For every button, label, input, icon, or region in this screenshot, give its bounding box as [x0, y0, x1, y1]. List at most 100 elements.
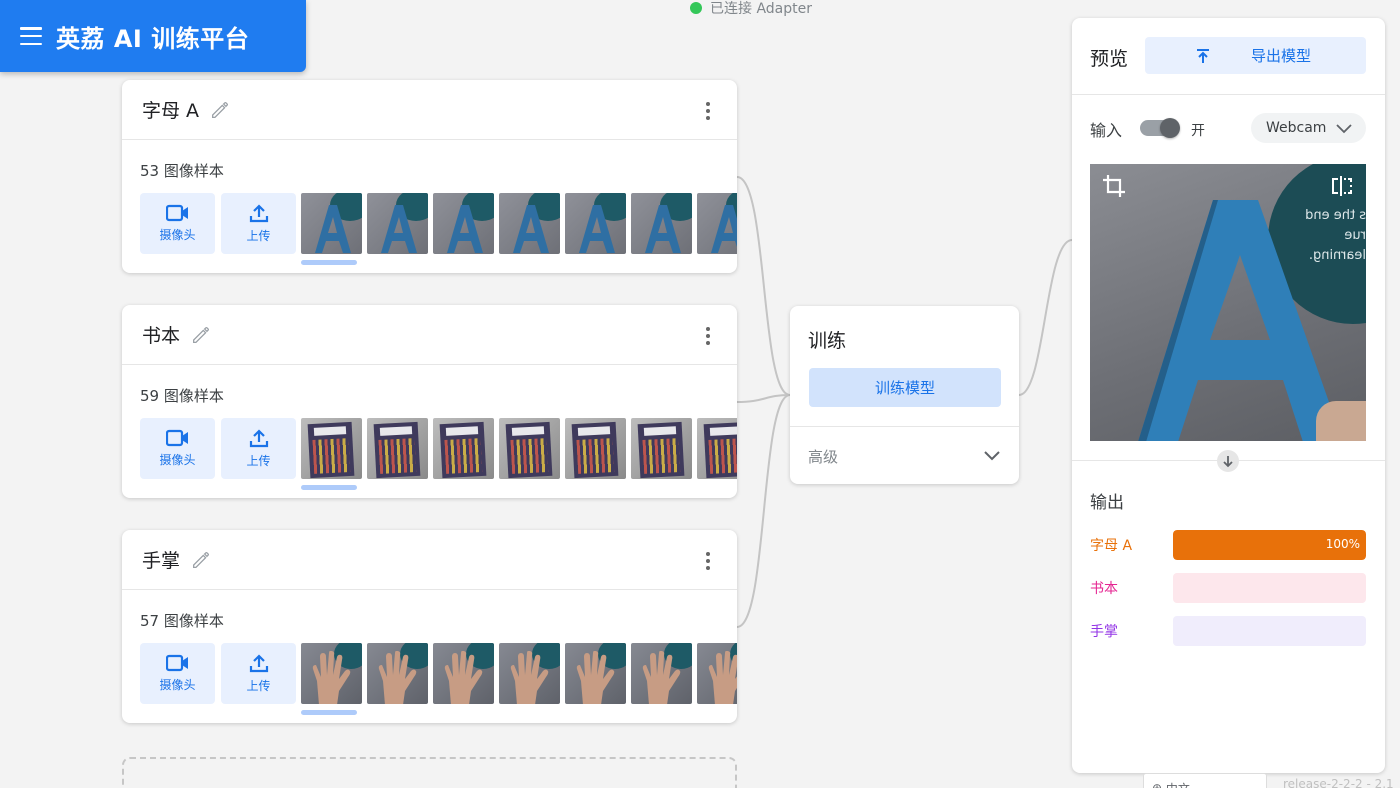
upload-button[interactable]: 上传 [221, 643, 296, 704]
input-toggle-state: 开 [1191, 123, 1205, 139]
upload-button-label: 上传 [246, 679, 271, 693]
status-dot-icon [690, 2, 702, 14]
sample-thumbnails [301, 418, 737, 479]
language-select[interactable]: ⊕ 中文 ⌄ [1143, 773, 1267, 788]
upload-icon [249, 654, 268, 673]
upload-icon [249, 429, 268, 448]
sample-thumbnail[interactable] [697, 418, 737, 479]
class-name[interactable]: 书本 [142, 321, 180, 348]
input-toggle[interactable] [1140, 118, 1180, 138]
language-value: 中文 [1166, 780, 1190, 788]
sample-thumbnail[interactable] [565, 418, 626, 479]
sample-thumbnail[interactable] [631, 418, 692, 479]
output-row: 字母 A 100% [1090, 530, 1366, 560]
class-card-header: 手掌 [122, 530, 737, 590]
letter-a-object [1138, 200, 1343, 441]
sample-thumbnail[interactable] [565, 643, 626, 704]
sample-thumbnail[interactable] [499, 418, 560, 479]
more-options-icon[interactable] [705, 552, 711, 570]
confidence-bar [1173, 573, 1366, 603]
train-model-button[interactable]: 训练模型 [809, 368, 1001, 407]
output-label: 输出 [1090, 493, 1124, 513]
video-camera-icon [165, 429, 188, 447]
add-class-placeholder[interactable] [122, 757, 737, 788]
webcam-button[interactable]: 摄像头 [140, 643, 215, 704]
preview-title: 预览 [1090, 48, 1129, 70]
class-name[interactable]: 手掌 [142, 546, 180, 573]
sample-count: 53 图像样本 [140, 162, 224, 180]
webcam-button-label: 摄像头 [159, 678, 196, 692]
export-icon [1197, 48, 1209, 63]
webcam-button[interactable]: 摄像头 [140, 418, 215, 479]
flip-icon[interactable] [1330, 174, 1354, 198]
sample-thumbnail[interactable] [697, 193, 737, 254]
input-label: 输入 [1090, 121, 1123, 140]
sample-thumbnail[interactable] [301, 193, 362, 254]
status-text: 已连接 Adapter [710, 1, 812, 17]
sample-thumbnail[interactable] [367, 418, 428, 479]
class-card-header: 书本 [122, 305, 737, 365]
upload-icon [249, 204, 268, 223]
hand-finger [1316, 401, 1366, 441]
more-options-icon[interactable] [705, 102, 711, 120]
sample-thumbnail[interactable] [433, 643, 494, 704]
chevron-down-icon [1336, 124, 1353, 134]
thumbnail-scrollbar[interactable] [301, 485, 357, 490]
sample-thumbnail[interactable] [499, 193, 560, 254]
release-version: release-2-2-2 - 2.1 [1283, 777, 1394, 788]
edit-pencil-icon[interactable] [190, 324, 212, 346]
upload-button[interactable]: 上传 [221, 193, 296, 254]
sample-thumbnail[interactable] [433, 193, 494, 254]
divider [1072, 94, 1385, 95]
more-options-icon[interactable] [705, 327, 711, 345]
sample-thumbnail[interactable] [433, 418, 494, 479]
output-row: 书本 [1090, 573, 1366, 603]
thumbnail-scrollbar[interactable] [301, 260, 357, 265]
arrow-down-icon [1217, 450, 1239, 472]
class-card: 书本 59 图像样本 摄像头 上传 [122, 305, 737, 498]
export-model-button[interactable]: 导出模型 [1145, 37, 1366, 74]
class-card: 字母 A 53 图像样本 摄像头 上传 [122, 80, 737, 273]
connection-status: 已连接 Adapter [690, 0, 812, 18]
sample-thumbnail[interactable] [367, 193, 428, 254]
output-row: 手掌 [1090, 616, 1366, 646]
webcam-button-label: 摄像头 [159, 228, 196, 242]
output-class-name: 书本 [1090, 581, 1118, 597]
app-bar: 英荔 AI 训练平台 [0, 0, 306, 72]
input-source-select[interactable]: Webcam [1251, 113, 1366, 143]
webcam-button[interactable]: 摄像头 [140, 193, 215, 254]
app-title: 英荔 AI 训练平台 [56, 24, 250, 53]
sample-thumbnail[interactable] [565, 193, 626, 254]
sample-thumbnail[interactable] [631, 643, 692, 704]
upload-button[interactable]: 上传 [221, 418, 296, 479]
menu-icon[interactable] [20, 27, 42, 45]
class-card: 手掌 57 图像样本 摄像头 上传 [122, 530, 737, 723]
globe-icon: ⊕ [1152, 781, 1166, 788]
sample-thumbnail[interactable] [499, 643, 560, 704]
video-camera-icon [165, 654, 188, 672]
output-class-name: 字母 A [1090, 538, 1133, 554]
video-camera-icon [165, 204, 188, 222]
class-name[interactable]: 字母 A [142, 96, 199, 123]
sample-thumbnail[interactable] [301, 418, 362, 479]
webcam-preview: s the end rue learning. [1090, 164, 1366, 441]
sample-thumbnails [301, 643, 737, 704]
edit-pencil-icon[interactable] [190, 549, 212, 571]
webcam-button-label: 摄像头 [159, 453, 196, 467]
sample-thumbnail[interactable] [631, 193, 692, 254]
upload-button-label: 上传 [246, 454, 271, 468]
chevron-down-icon: ⌄ [1245, 781, 1256, 788]
sample-count: 59 图像样本 [140, 387, 224, 405]
sample-thumbnail[interactable] [367, 643, 428, 704]
chevron-down-icon[interactable] [983, 446, 1001, 464]
training-card: 训练 训练模型 高级 [790, 306, 1019, 484]
training-title: 训练 [808, 330, 847, 352]
sample-thumbnail[interactable] [697, 643, 737, 704]
thumbnail-scrollbar[interactable] [301, 710, 357, 715]
edit-pencil-icon[interactable] [209, 99, 231, 121]
crop-icon[interactable] [1102, 174, 1126, 198]
sample-count: 57 图像样本 [140, 612, 224, 630]
sample-thumbnail[interactable] [301, 643, 362, 704]
sample-thumbnails [301, 193, 737, 254]
advanced-label[interactable]: 高级 [808, 446, 838, 467]
